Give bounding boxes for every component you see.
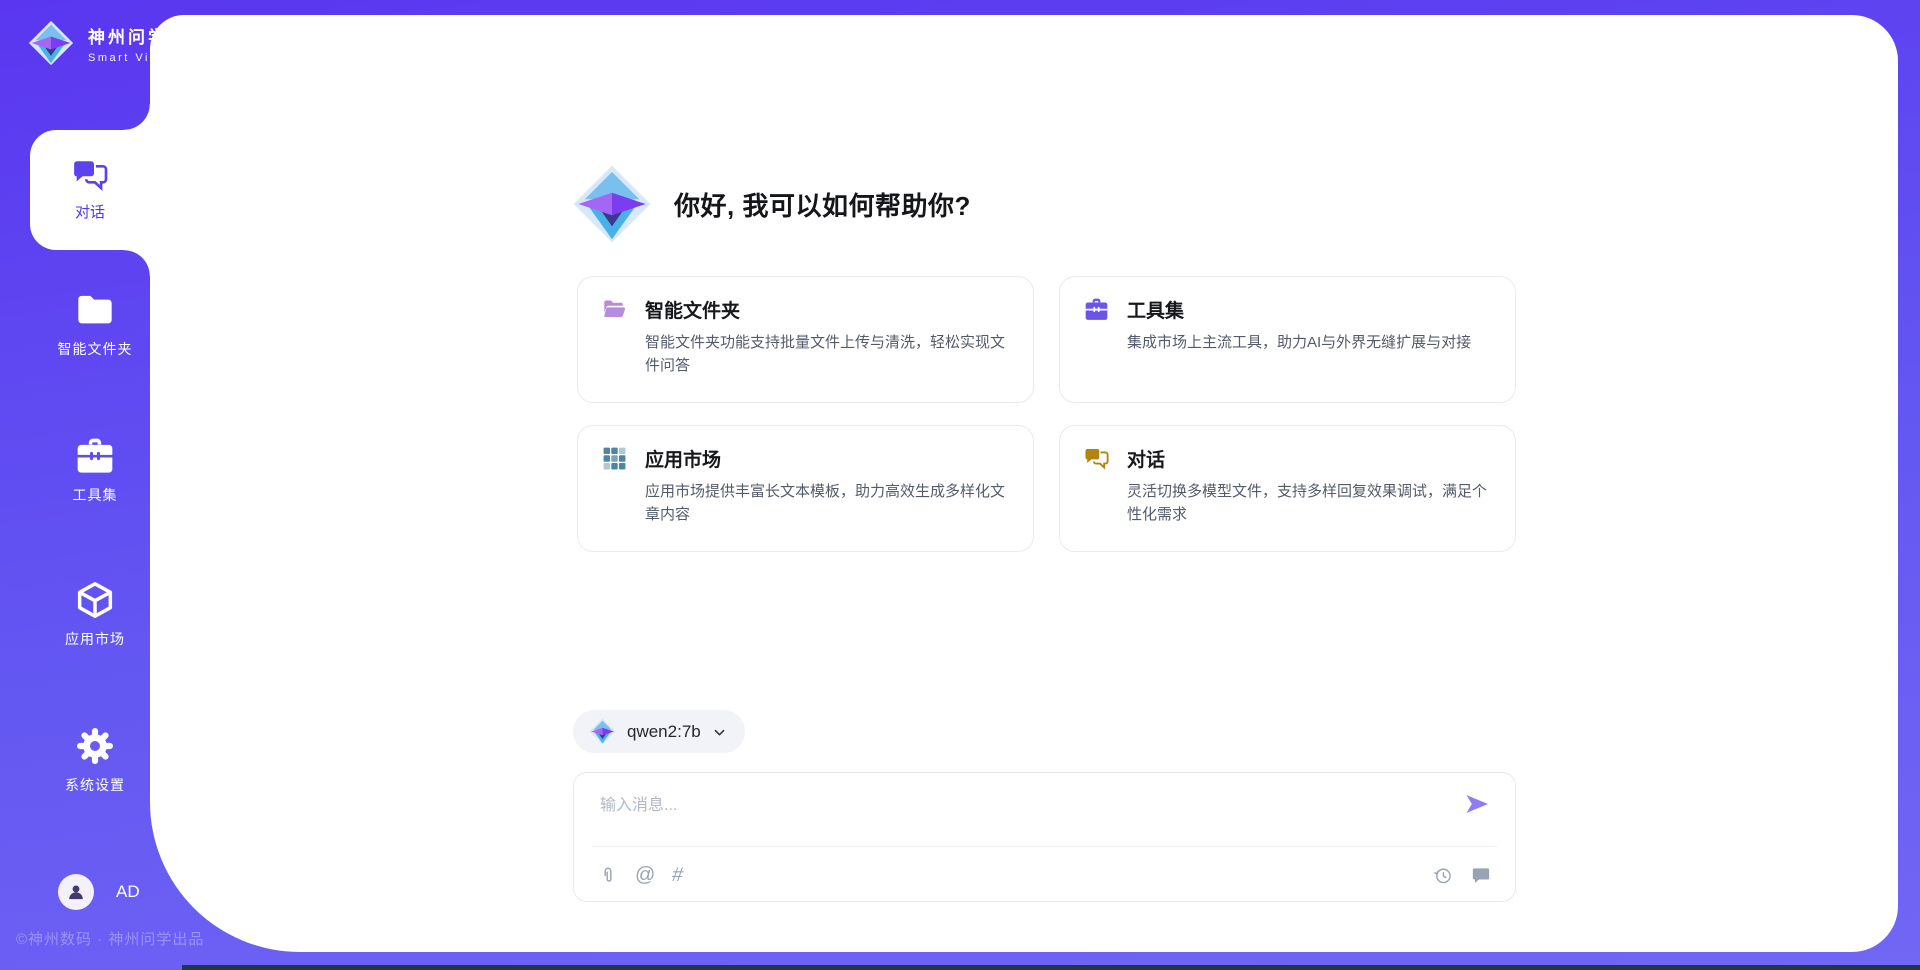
- brand-logo[interactable]: 神州问学 Smart Vision: [28, 18, 180, 68]
- sidebar-item-label: 对话: [75, 201, 105, 222]
- active-tab-notch-top: [124, 104, 150, 130]
- briefcase-icon: [1084, 297, 1109, 322]
- sidebar-item-label: 智能文件夹: [58, 339, 133, 359]
- send-icon: [1463, 790, 1491, 818]
- new-chat-button[interactable]: [1471, 865, 1491, 886]
- model-name: qwen2:7b: [627, 722, 701, 742]
- gear-icon: [75, 726, 115, 766]
- card-title: 应用市场: [645, 445, 721, 472]
- user-icon: [66, 882, 86, 902]
- card-description: 集成市场上主流工具，助力AI与外界无缝扩展与对接: [1127, 332, 1491, 355]
- message-composer: @ #: [573, 772, 1516, 902]
- chevron-down-icon: [712, 725, 727, 740]
- feature-card-app-market[interactable]: 应用市场 应用市场提供丰富长文本模板，助力高效生成多样化文章内容: [577, 425, 1034, 552]
- folder-open-icon: [602, 297, 627, 322]
- sidebar-item-settings[interactable]: 系统设置: [20, 726, 170, 795]
- card-title: 智能文件夹: [645, 296, 740, 323]
- history-icon: [1433, 865, 1453, 886]
- card-description: 智能文件夹功能支持批量文件上传与清洗，轻松实现文件问答: [645, 332, 1009, 378]
- chat-icon: [72, 158, 108, 192]
- chat-icon: [1084, 446, 1109, 471]
- message-input[interactable]: [600, 789, 1420, 823]
- user-account[interactable]: AD: [58, 874, 140, 910]
- grid-icon: [602, 446, 627, 471]
- chat-bubble-icon: [1471, 865, 1491, 886]
- assistant-diamond-icon: [572, 162, 652, 246]
- attach-file-button[interactable]: [598, 865, 618, 886]
- active-tab-notch-bottom: [124, 250, 150, 276]
- feature-card-chat[interactable]: 对话 灵活切换多模型文件，支持多样回复效果调试，满足个性化需求: [1059, 425, 1516, 552]
- card-description: 灵活切换多模型文件，支持多样回复效果调试，满足个性化需求: [1127, 481, 1491, 527]
- mention-button[interactable]: @: [635, 865, 655, 886]
- folder-icon: [75, 290, 115, 330]
- model-selector[interactable]: qwen2:7b: [573, 710, 745, 753]
- greeting-block: 你好, 我可以如何帮助你?: [572, 162, 971, 246]
- sidebar-item-app-market[interactable]: 应用市场: [20, 580, 170, 649]
- card-description: 应用市场提供丰富长文本模板，助力高效生成多样化文章内容: [645, 481, 1009, 527]
- user-name: AD: [116, 882, 140, 902]
- greeting-title: 你好, 我可以如何帮助你?: [674, 186, 971, 223]
- brand-name: 神州问学: [88, 23, 180, 48]
- brand-subtitle: Smart Vision: [88, 52, 180, 64]
- copyright-text: ©神州数码 · 神州问学出品: [16, 928, 204, 949]
- card-title: 工具集: [1127, 296, 1184, 323]
- send-button[interactable]: [1463, 789, 1493, 819]
- feature-cards: 智能文件夹 智能文件夹功能支持批量文件上传与清洗，轻松实现文件问答 工具集 集成…: [577, 276, 1516, 552]
- sidebar-item-smart-folder[interactable]: 智能文件夹: [20, 290, 170, 359]
- feature-card-smart-folder[interactable]: 智能文件夹 智能文件夹功能支持批量文件上传与清洗，轻松实现文件问答: [577, 276, 1034, 403]
- history-button[interactable]: [1433, 865, 1453, 886]
- brand-diamond-icon: [28, 18, 74, 68]
- card-title: 对话: [1127, 445, 1165, 472]
- avatar: [58, 874, 94, 910]
- topic-button[interactable]: #: [672, 865, 683, 886]
- hash-icon: #: [671, 865, 685, 886]
- sidebar-item-label: 应用市场: [65, 629, 125, 649]
- sidebar-item-label: 系统设置: [65, 775, 125, 795]
- composer-divider: [592, 846, 1497, 847]
- at-icon: @: [635, 865, 655, 886]
- window-bottom-edge: [182, 965, 1920, 970]
- sidebar-item-label: 工具集: [73, 485, 118, 505]
- sidebar-item-chat[interactable]: 对话: [30, 130, 150, 250]
- model-diamond-icon: [589, 717, 616, 746]
- feature-card-toolset[interactable]: 工具集 集成市场上主流工具，助力AI与外界无缝扩展与对接: [1059, 276, 1516, 403]
- sidebar-item-toolset[interactable]: 工具集: [20, 436, 170, 505]
- cube-icon: [75, 580, 115, 620]
- paperclip-icon: [598, 865, 618, 886]
- briefcase-icon: [75, 436, 115, 476]
